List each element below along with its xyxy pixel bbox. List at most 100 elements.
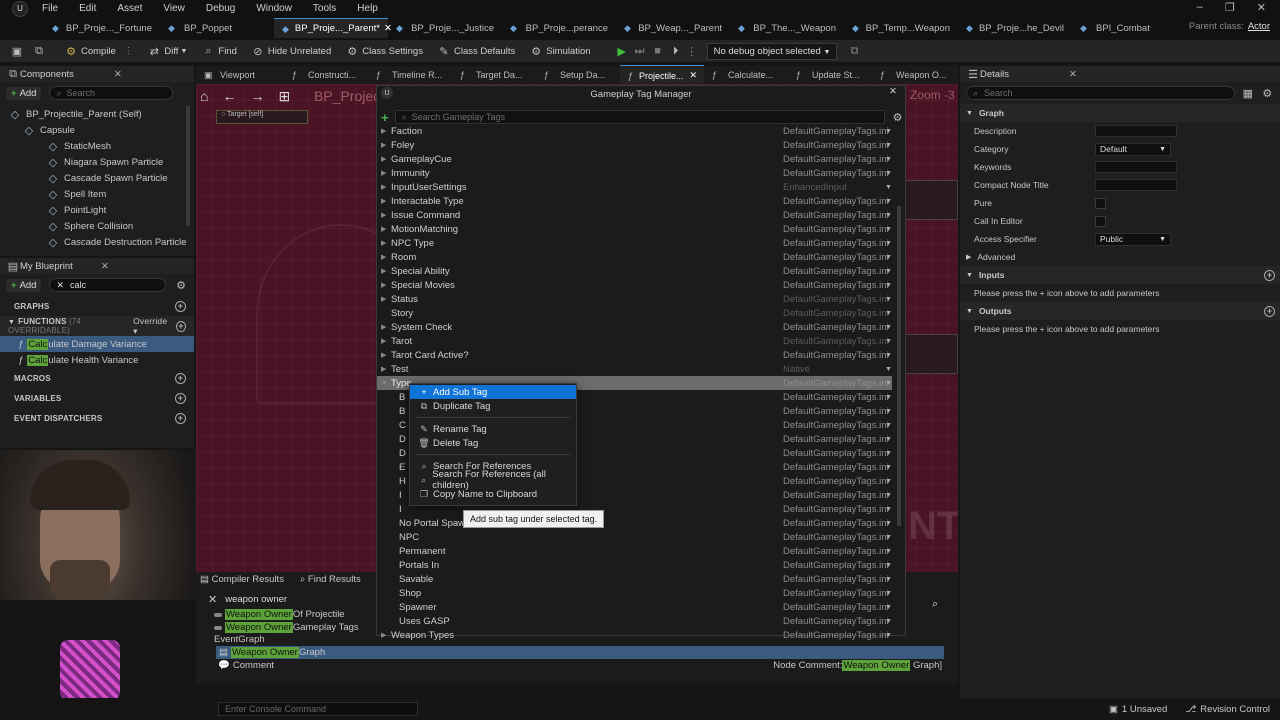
editor-tab[interactable]: ƒ Update St... xyxy=(788,65,872,85)
tag-dropdown-icon[interactable]: ▼ xyxy=(885,156,892,163)
browse-icon[interactable]: ⧉ xyxy=(32,44,46,58)
expand-arrow-icon[interactable]: ▶ xyxy=(381,631,391,639)
tag-dropdown-icon[interactable]: ▼ xyxy=(885,450,892,457)
tag-dropdown-icon[interactable]: ▼ xyxy=(885,394,892,401)
expand-arrow-icon[interactable]: ▶ xyxy=(381,267,391,275)
expand-arrow-icon[interactable]: ▶ xyxy=(381,351,391,359)
add-output-icon[interactable]: + xyxy=(1264,305,1275,317)
tag-row[interactable]: ▶ Room DefaultGameplayTags.ini ▼ xyxy=(377,250,892,264)
tag-dropdown-icon[interactable]: ▼ xyxy=(885,548,892,555)
tag-dropdown-icon[interactable]: ▼ xyxy=(885,198,892,205)
tag-dropdown-icon[interactable]: ▼ xyxy=(885,422,892,429)
tag-dropdown-icon[interactable]: ▼ xyxy=(885,184,892,191)
graph-result-row[interactable]: ▤ Weapon Owner Graph xyxy=(216,646,944,659)
tag-dropdown-icon[interactable]: ▼ xyxy=(885,590,892,597)
expand-arrow-icon[interactable]: ▼ xyxy=(381,380,391,387)
add-member-button[interactable]: + Add xyxy=(6,278,42,292)
tag-row[interactable]: ▶ Foley DefaultGameplayTags.ini ▼ xyxy=(377,138,892,152)
editor-tab[interactable]: ƒ Setup Da... xyxy=(536,65,620,85)
components-scrollbar[interactable] xyxy=(186,106,190,226)
function-item[interactable]: ƒ Calc ulate Damage Variance xyxy=(0,336,194,352)
my-blueprint-search-input[interactable]: ✕ calc xyxy=(49,278,167,292)
revision-control-button[interactable]: ⎇ Revision Control xyxy=(1185,704,1270,715)
tag-row[interactable]: NPC DefaultGameplayTags.ini ▼ xyxy=(377,530,892,544)
component-item[interactable]: ◇ Spell Item xyxy=(0,186,194,202)
context-menu-item[interactable]: + Add Sub Tag xyxy=(410,385,576,399)
expand-arrow-icon[interactable]: ▶ xyxy=(381,295,391,303)
tag-row[interactable]: ▶ Special Movies DefaultGameplayTags.ini ▼ xyxy=(377,278,892,292)
tag-row[interactable]: ▶ Interactable Type DefaultGameplayTags.in… xyxy=(377,194,892,208)
add-macro-icon[interactable]: + xyxy=(175,372,186,384)
play-icon[interactable]: ▶ xyxy=(615,44,629,58)
find-search-input[interactable]: weapon owner xyxy=(225,594,287,605)
component-item[interactable]: ◇ PointLight xyxy=(0,202,194,218)
class-defaults-button[interactable]: ✎ Class Defaults xyxy=(437,44,515,58)
tag-dropdown-icon[interactable]: ▼ xyxy=(885,352,892,359)
close-icon[interactable]: ✕ xyxy=(690,70,698,81)
tag-dropdown-icon[interactable]: ▼ xyxy=(885,492,892,499)
detail-checkbox[interactable] xyxy=(1095,215,1106,227)
component-item[interactable]: ◇ Sphere Collision xyxy=(0,218,194,234)
tag-dropdown-icon[interactable]: ▼ xyxy=(885,268,892,275)
asset-tab[interactable]: ◆ BP_Proje..._Parent* ✕ xyxy=(274,18,392,38)
tag-dropdown-icon[interactable]: ▼ xyxy=(885,170,892,177)
play-options-icon[interactable]: ⋮ xyxy=(685,44,699,58)
advanced-section[interactable]: ▶ Advanced xyxy=(960,248,1280,266)
tag-row[interactable]: ▶ Weapon Types DefaultGameplayTags.ini ▼ xyxy=(377,628,892,642)
editor-tab[interactable]: ƒ Weapon O... xyxy=(872,65,956,85)
tag-row[interactable]: ▶ InputUserSettings EnhancedInput ▼ xyxy=(377,180,892,194)
component-item[interactable]: ◇ BP_Projectile_Parent (Self) xyxy=(0,106,194,122)
tag-dropdown-icon[interactable]: ▼ xyxy=(885,128,892,135)
add-variable-icon[interactable]: + xyxy=(175,392,186,404)
expand-arrow-icon[interactable]: ▶ xyxy=(381,253,391,261)
asset-tab[interactable]: ◆ BP_The..._Weapon xyxy=(730,18,844,38)
asset-tab[interactable]: ◆ BP_Proje..._Fortune xyxy=(44,18,160,38)
tag-row[interactable]: ▶ Immunity DefaultGameplayTags.ini ▼ xyxy=(377,166,892,180)
tag-row[interactable]: Portals In DefaultGameplayTags.ini ▼ xyxy=(377,558,892,572)
tag-dropdown-icon[interactable]: ▼ xyxy=(885,338,892,345)
menu-window[interactable]: Window xyxy=(256,3,292,14)
tag-tree-scrollbar[interactable] xyxy=(897,206,901,526)
asset-tab[interactable]: ◆ BP_Proje..._Justice xyxy=(388,18,502,38)
unsaved-indicator[interactable]: ▣ 1 Unsaved xyxy=(1109,704,1167,715)
tag-dropdown-icon[interactable]: ▼ xyxy=(885,408,892,415)
close-icon[interactable]: ✕ xyxy=(101,261,109,272)
settings-gear-icon[interactable]: ⚙ xyxy=(1261,86,1274,100)
tag-dropdown-icon[interactable]: ▼ xyxy=(885,226,892,233)
tag-dropdown-icon[interactable]: ▼ xyxy=(885,310,892,317)
graph-section[interactable]: ▼ Graph xyxy=(960,104,1280,122)
tag-dropdown-icon[interactable]: ▼ xyxy=(885,282,892,289)
tag-dropdown-icon[interactable]: ▼ xyxy=(885,520,892,527)
component-item[interactable]: ◇ Cascade Destruction Particle xyxy=(0,234,194,250)
clear-search-icon[interactable]: ✕ xyxy=(208,593,217,606)
expand-arrow-icon[interactable]: ▶ xyxy=(381,337,391,345)
settings-gear-icon[interactable]: ⚙ xyxy=(891,110,905,124)
menu-help[interactable]: Help xyxy=(357,3,378,14)
tag-row[interactable]: Spawner DefaultGameplayTags.ini ▼ xyxy=(377,600,892,614)
detail-text-field[interactable] xyxy=(1095,179,1177,191)
tag-row[interactable]: ▶ MotionMatching DefaultGameplayTags.ini ▼ xyxy=(377,222,892,236)
class-settings-button[interactable]: ⚙ Class Settings xyxy=(345,44,423,58)
context-menu-item[interactable]: ⌕ Search For References (all children) xyxy=(410,469,576,491)
tag-row[interactable]: ▶ Test Native ▼ xyxy=(377,362,892,376)
editor-tab[interactable]: ƒ Constructi... xyxy=(284,65,368,85)
tag-row[interactable]: No Portal Spawn DefaultGameplayTags.ini ▼ xyxy=(377,516,892,530)
restore-icon[interactable]: ❐ xyxy=(1225,1,1235,14)
menu-view[interactable]: View xyxy=(163,3,185,14)
detail-checkbox[interactable] xyxy=(1095,197,1106,209)
tag-dropdown-icon[interactable]: ▼ xyxy=(885,576,892,583)
compile-options-icon[interactable]: ⋮ xyxy=(124,46,134,57)
detail-text-field[interactable] xyxy=(1095,161,1177,173)
asset-tab[interactable]: ◆ BP_Weap..._Parent xyxy=(616,18,730,38)
tag-dropdown-icon[interactable]: ▼ xyxy=(885,212,892,219)
expand-arrow-icon[interactable]: ▶ xyxy=(381,141,391,149)
close-window-icon[interactable]: ✕ xyxy=(1257,1,1266,14)
tag-dropdown-icon[interactable]: ▼ xyxy=(885,478,892,485)
diff-button[interactable]: ⇄ Diff ▼ xyxy=(147,44,188,58)
menu-debug[interactable]: Debug xyxy=(206,3,235,14)
add-graph-icon[interactable]: + xyxy=(175,300,186,312)
add-tag-icon[interactable]: + xyxy=(381,110,389,125)
asset-tab[interactable]: ◆ BP_Poppet xyxy=(160,18,274,38)
context-menu-item[interactable]: 🗑 Delete Tag xyxy=(410,436,576,450)
forward-arrow-icon[interactable]: → xyxy=(250,88,264,105)
